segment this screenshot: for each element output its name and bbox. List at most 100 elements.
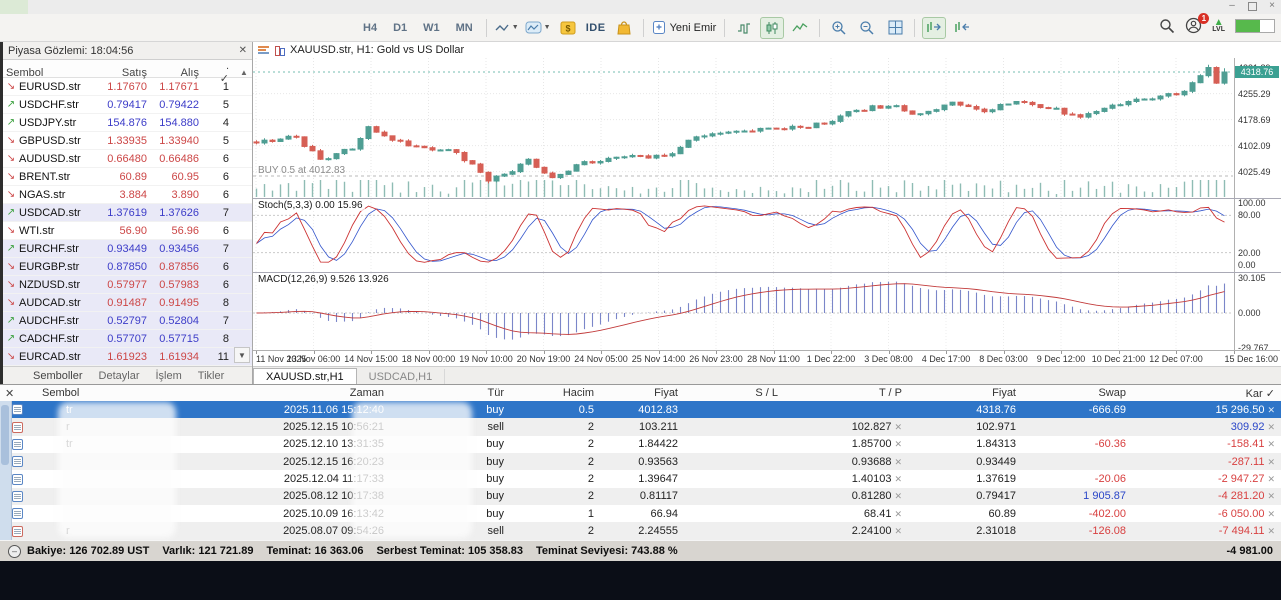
zoom-in-button[interactable]: [827, 17, 851, 39]
clear-tp-icon[interactable]: ✕: [894, 457, 902, 467]
close-position-icon[interactable]: ✕: [1267, 405, 1275, 415]
restore-button[interactable]: [1247, 1, 1257, 11]
market-bag-button[interactable]: [612, 17, 636, 39]
close-position-icon[interactable]: ✕: [1267, 439, 1275, 449]
chart-tab-usdcad[interactable]: USDCAD,H1: [357, 369, 446, 384]
position-row[interactable]: r2025.08.07 09:54:26sell22.245552.24100✕…: [0, 522, 1281, 539]
one-click-trading-icon[interactable]: [274, 45, 286, 55]
col-zaman[interactable]: Zaman: [230, 387, 390, 399]
macd-pane[interactable]: [253, 273, 1233, 350]
positions-close-icon[interactable]: ✕: [0, 387, 38, 400]
tile-windows-button[interactable]: [883, 17, 907, 39]
depth-of-market-icon[interactable]: [258, 45, 270, 55]
candlestick-chart[interactable]: BUY 0.5 at 4012.83: [253, 58, 1233, 198]
market-watch-row[interactable]: ↘AUDCAD.str0.914870.914958: [3, 294, 252, 312]
market-watch-title-text: Piyasa Gözlemi: 18:04:56: [8, 45, 133, 57]
zoom-out-button[interactable]: [855, 17, 879, 39]
position-row[interactable]: 2025.12.15 16:20:23buy20.935630.93688✕0.…: [0, 453, 1281, 470]
market-watch-row[interactable]: ↘GBPUSD.str1.339351.339405: [3, 132, 252, 150]
market-watch-row[interactable]: ↗USDCAD.str1.376191.376267: [3, 204, 252, 222]
positions-header[interactable]: ✕ Sembol Zaman Tür Hacim Fiyat S / L T /…: [0, 385, 1281, 402]
timeframe-mn-button[interactable]: MN: [449, 22, 480, 34]
clear-tp-icon[interactable]: ✕: [894, 491, 902, 501]
close-button[interactable]: ×: [1267, 1, 1277, 11]
tab-tikler[interactable]: Tikler: [198, 370, 224, 382]
col-fiyat2[interactable]: Fiyat: [908, 387, 1022, 399]
position-row[interactable]: 2025.12.04 11:17:33buy21.396471.40103✕1.…: [0, 470, 1281, 487]
position-row[interactable]: r2025.12.15 10:56:21sell2103.211102.827✕…: [0, 418, 1281, 435]
stochastic-pane[interactable]: [253, 199, 1233, 272]
col-sembol[interactable]: Sembol: [3, 67, 100, 79]
market-watch-row[interactable]: ↘EURGBP.str0.878500.878566: [3, 258, 252, 276]
close-position-icon[interactable]: ✕: [1267, 457, 1275, 467]
scrollbar-thumb[interactable]: [1, 405, 9, 465]
clear-tp-icon[interactable]: ✕: [894, 474, 902, 484]
market-watch-row[interactable]: ↘EURCAD.str1.619231.6193411: [3, 348, 252, 366]
position-row[interactable]: tr2025.11.06 15:12:40buy0.54012.834318.7…: [0, 401, 1281, 418]
minimize-button[interactable]: –: [1227, 1, 1237, 11]
positions-scrollbar[interactable]: [0, 401, 12, 540]
chart-tab-xauusd[interactable]: XAUUSD.str,H1: [253, 368, 357, 384]
market-watch-row[interactable]: ↗USDCHF.str0.794170.794225: [3, 96, 252, 114]
col-hacim[interactable]: Hacim: [510, 387, 600, 399]
market-watch-row[interactable]: ↗AUDCHF.str0.527970.528047: [3, 312, 252, 330]
market-watch-row[interactable]: ↘BRENT.str60.8960.956: [3, 168, 252, 186]
timeframe-d1-button[interactable]: D1: [386, 22, 414, 34]
market-watch-row[interactable]: ↗EURCHF.str0.934490.934567: [3, 240, 252, 258]
clear-tp-icon[interactable]: ✕: [894, 526, 902, 536]
crosshair-line-tool-button[interactable]: ▼: [494, 17, 520, 39]
auto-scroll-button[interactable]: [922, 17, 946, 39]
new-order-button[interactable]: Yeni Emir: [651, 17, 718, 39]
market-watch-row[interactable]: ↘EURUSD.str1.176701.176711: [3, 78, 252, 96]
scroll-up-icon[interactable]: ▲: [235, 68, 253, 77]
clear-tp-icon[interactable]: ✕: [894, 422, 902, 432]
position-row[interactable]: tr2025.12.10 13:31:35buy21.844221.85700✕…: [0, 436, 1281, 453]
position-volume: 2: [510, 490, 600, 502]
clear-tp-icon[interactable]: ✕: [894, 509, 902, 519]
close-position-icon[interactable]: ✕: [1267, 509, 1275, 519]
market-watch-row[interactable]: ↘NGAS.str3.8843.8906: [3, 186, 252, 204]
profit-value: -158.41✕: [1132, 438, 1281, 450]
position-row[interactable]: 2025.10.09 16:13:42buy166.9468.41✕60.89-…: [0, 505, 1281, 522]
tab-semboller[interactable]: Semboller: [33, 370, 83, 382]
col-swap[interactable]: Swap: [1022, 387, 1132, 399]
candlestick-chart-button[interactable]: [760, 17, 784, 39]
col-fiyat[interactable]: Fiyat: [600, 387, 684, 399]
position-row[interactable]: 2025.08.12 10:17:38buy20.811170.81280✕0.…: [0, 488, 1281, 505]
col-satis[interactable]: Satış: [100, 67, 150, 79]
col-tur[interactable]: Tür: [390, 387, 510, 399]
close-position-icon[interactable]: ✕: [1267, 474, 1275, 484]
col-pos-sembol[interactable]: Sembol: [38, 387, 230, 399]
clear-tp-icon[interactable]: ✕: [894, 439, 902, 449]
indicators-menu-button[interactable]: ▼: [524, 17, 552, 39]
market-watch-header[interactable]: Sembol Satış Alış . ✓ ▲: [3, 60, 252, 78]
scroll-down-icon[interactable]: ▼: [234, 347, 250, 363]
col-kar[interactable]: Kar ✓: [1132, 387, 1281, 400]
market-watch-close-icon[interactable]: ✕: [239, 45, 247, 56]
search-icon[interactable]: [1159, 18, 1175, 34]
col-alis[interactable]: Alış: [150, 67, 202, 79]
timeframe-w1-button[interactable]: W1: [416, 22, 447, 34]
tab-islem[interactable]: İşlem: [156, 370, 182, 382]
algo-trading-button[interactable]: $: [556, 17, 580, 39]
profile-icon[interactable]: 1: [1185, 17, 1202, 34]
col-tp[interactable]: T / P: [784, 387, 908, 399]
close-position-icon[interactable]: ✕: [1267, 422, 1275, 432]
market-watch-row[interactable]: ↘AUDUSD.str0.664800.664866: [3, 150, 252, 168]
market-watch-row[interactable]: ↘NZDUSD.str0.579770.579836: [3, 276, 252, 294]
ide-button[interactable]: IDE: [584, 17, 608, 39]
level-indicator-icon[interactable]: ▲LVL: [1212, 19, 1225, 33]
timeframe-h4-button[interactable]: H4: [356, 22, 384, 34]
close-position-icon[interactable]: ✕: [1267, 526, 1275, 536]
chart-area[interactable]: XAUUSD.str, H1: Gold vs US Dollar BUY 0.…: [253, 42, 1281, 384]
tab-detaylar[interactable]: Detaylar: [99, 370, 140, 382]
line-chart-button[interactable]: [788, 17, 812, 39]
tick-chart-button[interactable]: [732, 17, 756, 39]
col-sl[interactable]: S / L: [684, 387, 784, 399]
market-watch-row[interactable]: ↘WTI.str56.9056.966: [3, 222, 252, 240]
market-watch-row[interactable]: ↗CADCHF.str0.577070.577158: [3, 330, 252, 348]
position-volume: 0.5: [510, 404, 600, 416]
market-watch-row[interactable]: ↗USDJPY.str154.876154.8804: [3, 114, 252, 132]
close-position-icon[interactable]: ✕: [1267, 491, 1275, 501]
chart-shift-button[interactable]: [950, 17, 974, 39]
